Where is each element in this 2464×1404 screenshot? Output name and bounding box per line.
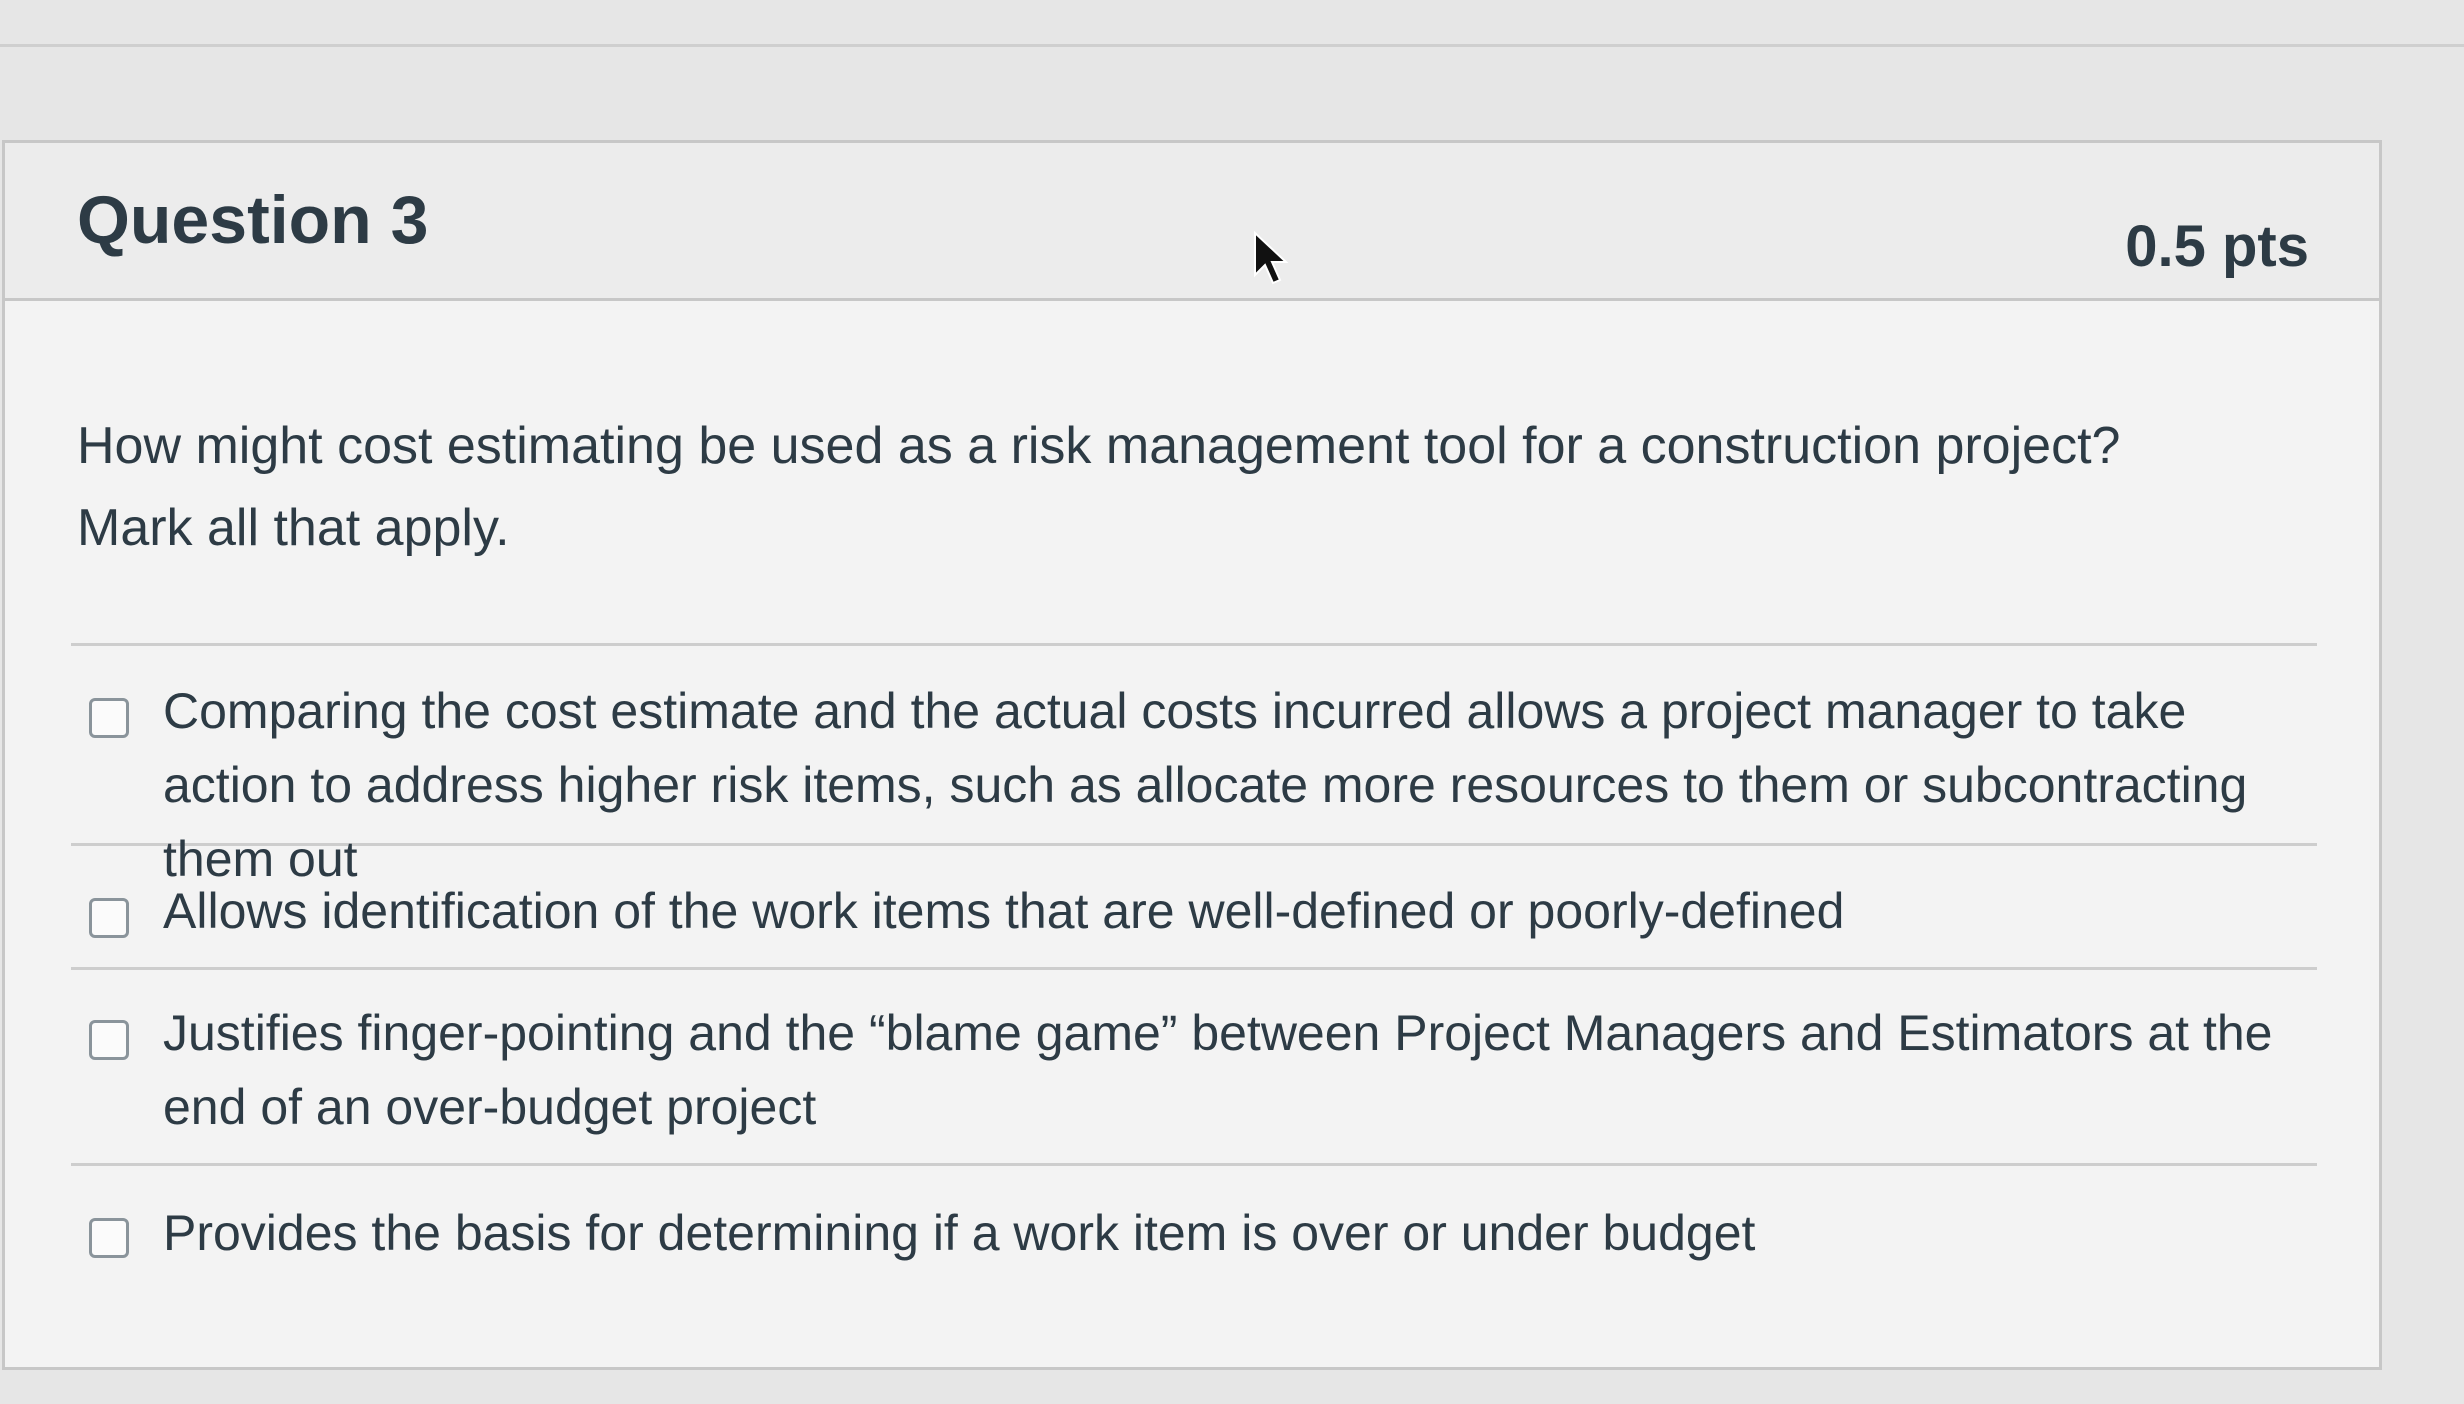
question-card: Question 3 0.5 pts How might cost estima… <box>2 140 2382 1370</box>
answer-option[interactable]: Provides the basis for determining if a … <box>71 1166 2317 1306</box>
top-divider <box>0 44 2464 47</box>
answer-checkbox[interactable] <box>89 698 129 738</box>
answer-option[interactable]: Comparing the cost estimate and the actu… <box>71 646 2317 887</box>
question-header: Question 3 0.5 pts <box>5 143 2379 301</box>
question-prompt: How might cost estimating be used as a r… <box>77 417 2121 475</box>
mouse-pointer-icon <box>1254 231 1289 285</box>
answer-label[interactable]: Allows identification of the work items … <box>163 874 2323 948</box>
question-instruction: Mark all that apply. <box>77 499 510 557</box>
answer-label[interactable]: Justifies finger-pointing and the “blame… <box>163 996 2323 1144</box>
answer-checkbox[interactable] <box>89 1218 129 1258</box>
question-text: How might cost estimating be used as a r… <box>77 405 2317 569</box>
answer-label[interactable]: Provides the basis for determining if a … <box>163 1196 2323 1270</box>
question-points: 0.5 pts <box>2125 214 2309 279</box>
answer-checkbox[interactable] <box>89 1020 129 1060</box>
answer-option[interactable]: Allows identification of the work items … <box>71 846 2317 970</box>
answer-option[interactable]: Justifies finger-pointing and the “blame… <box>71 970 2317 1166</box>
answer-list: Comparing the cost estimate and the actu… <box>71 643 2317 1306</box>
question-title: Question 3 <box>77 182 429 258</box>
answer-checkbox[interactable] <box>89 898 129 938</box>
